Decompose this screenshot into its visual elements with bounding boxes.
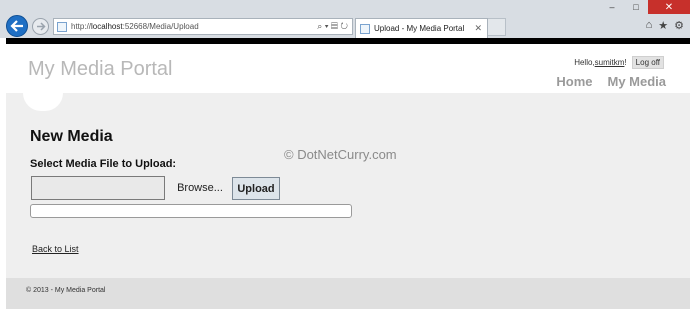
log-off-button[interactable]: Log off [631, 56, 664, 69]
browse-button[interactable]: Browse... [168, 176, 232, 200]
nav-my-media[interactable]: My Media [607, 74, 666, 89]
upload-button[interactable]: Upload [232, 177, 280, 200]
tab-title: Upload - My Media Portal [374, 24, 465, 33]
address-tools-icons[interactable]: ⌕ ▾ ▤ ↻ [317, 21, 352, 32]
window-controls: – □ ✕ [600, 0, 690, 14]
back-button[interactable] [6, 15, 28, 37]
page-title: New Media [30, 128, 113, 145]
web-page: My Media Portal Hello, sumitkm ! Log off… [6, 44, 690, 309]
url-path: :52668/Media/Upload [122, 22, 199, 31]
page-icon [57, 21, 67, 32]
watermark: © DotNetCurry.com [284, 147, 397, 162]
url-host: localhost [91, 22, 123, 31]
nav-home[interactable]: Home [556, 74, 592, 89]
greeting-text: Hello, [574, 58, 595, 67]
footer-copyright: © 2013 - My Media Portal [26, 287, 106, 294]
maximize-button[interactable]: □ [624, 0, 648, 14]
new-tab-button[interactable] [488, 18, 506, 36]
site-header: My Media Portal Hello, sumitkm ! Log off… [6, 44, 690, 93]
site-title[interactable]: My Media Portal [28, 58, 173, 81]
greeting-end: ! [624, 58, 627, 67]
tab-close-icon[interactable]: ✕ [474, 23, 482, 34]
home-icon[interactable]: ⌂ [646, 19, 653, 32]
site-footer: © 2013 - My Media Portal [6, 278, 690, 309]
username-link[interactable]: sumitkm [595, 58, 625, 67]
file-path-input[interactable] [31, 176, 165, 200]
back-to-list-link[interactable]: Back to List [32, 244, 79, 254]
browser-chrome: – □ ✕ http:// localhost :52668/Media/Upl… [0, 0, 690, 38]
minimize-button[interactable]: – [600, 0, 624, 14]
address-bar[interactable]: http:// localhost :52668/Media/Upload ⌕ … [53, 18, 353, 35]
login-info: Hello, sumitkm ! Log off [574, 56, 664, 69]
browser-toolbar-icons: ⌂ ★ ⚙ [646, 19, 684, 32]
favorites-star-icon[interactable]: ★ [658, 19, 668, 32]
forward-button[interactable] [32, 18, 49, 35]
file-upload-label: Select Media File to Upload: [30, 158, 177, 170]
arrow-right-icon [36, 22, 46, 31]
upload-progress-bar [30, 204, 352, 218]
tab-page-icon [360, 23, 370, 34]
tab-upload[interactable]: Upload - My Media Portal ✕ [355, 18, 488, 38]
close-window-button[interactable]: ✕ [648, 0, 690, 14]
arrow-left-icon [10, 20, 23, 32]
url-prefix: http:// [71, 22, 92, 31]
main-nav: Home My Media [556, 74, 666, 89]
gear-icon[interactable]: ⚙ [674, 19, 684, 32]
